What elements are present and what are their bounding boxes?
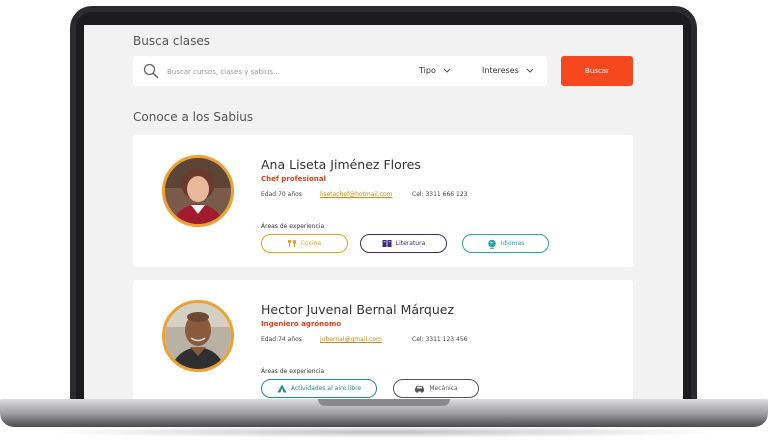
tag-cocina[interactable]: Cocina [261, 234, 348, 253]
sabiu-name: Hector Juvenal Bernal Márquez [261, 302, 455, 317]
search-bar: Tipo Intereses [133, 56, 547, 86]
search-title: Busca clases [133, 34, 211, 48]
sabiu-name: Ana Liseta Jiménez Flores [261, 157, 421, 172]
filter-intereses-label: Intereses [482, 66, 519, 75]
tag-literatura[interactable]: Literatura [360, 234, 447, 253]
search-input[interactable] [165, 61, 369, 83]
areas-label: Áreas de experiencia [261, 368, 325, 375]
avatar [162, 155, 234, 227]
sabiu-card[interactable]: Ana Liseta Jiménez Flores Chef profesion… [133, 135, 633, 267]
book-icon [382, 239, 392, 248]
chevron-down-icon [444, 68, 451, 73]
tag-mecanica[interactable]: Mecánica [393, 379, 479, 398]
section-title: Conoce a los Sabius [133, 110, 254, 124]
globe-icon [487, 239, 497, 249]
sabiu-profession: Ingeniero agrónomo [261, 320, 342, 328]
sabiu-phone: Cel: 3311 123 456 [412, 336, 468, 343]
search-icon [143, 63, 159, 79]
tag-label: Actividades al aire libre [290, 385, 362, 392]
utensils-icon [287, 239, 297, 248]
tag-actividades-aire-libre[interactable]: Actividades al aire libre [261, 379, 377, 398]
sabiu-profession: Chef profesional [261, 175, 326, 183]
sabiu-age: Edad:70 años [261, 191, 302, 198]
chevron-down-icon [526, 68, 534, 73]
sabiu-email-link[interactable]: jubernal@gmail.com [320, 336, 382, 343]
sabiu-card[interactable]: Hector Juvenal Bernal Márquez Ingeniero … [133, 280, 633, 399]
tent-icon [277, 384, 287, 393]
avatar [162, 300, 234, 372]
laptop-shadow [40, 426, 728, 438]
filter-tipo-label: Tipo [419, 66, 436, 75]
tag-label: Idiomas [500, 240, 525, 247]
search-button[interactable]: Buscar [561, 56, 633, 86]
tag-idiomas[interactable]: Idiomas [462, 234, 549, 253]
sabiu-phone: Cel: 3311 666 123 [412, 191, 468, 198]
tag-label: Mecánica [429, 385, 458, 392]
sabiu-email-link[interactable]: lisetachef@hotmail.com [320, 191, 393, 198]
sabiu-age: Edad:74 años [261, 336, 302, 343]
filter-intereses-dropdown[interactable]: Intereses [482, 56, 534, 86]
tag-label: Literatura [395, 240, 426, 247]
areas-label: Áreas de experiencia [261, 223, 325, 230]
tag-label: Cocina [300, 240, 322, 247]
laptop-base [0, 399, 768, 427]
app-screen: Busca clases Tipo Intereses Buscar Conoc… [84, 25, 683, 399]
filter-tipo-dropdown[interactable]: Tipo [419, 56, 451, 86]
car-icon [414, 385, 425, 393]
